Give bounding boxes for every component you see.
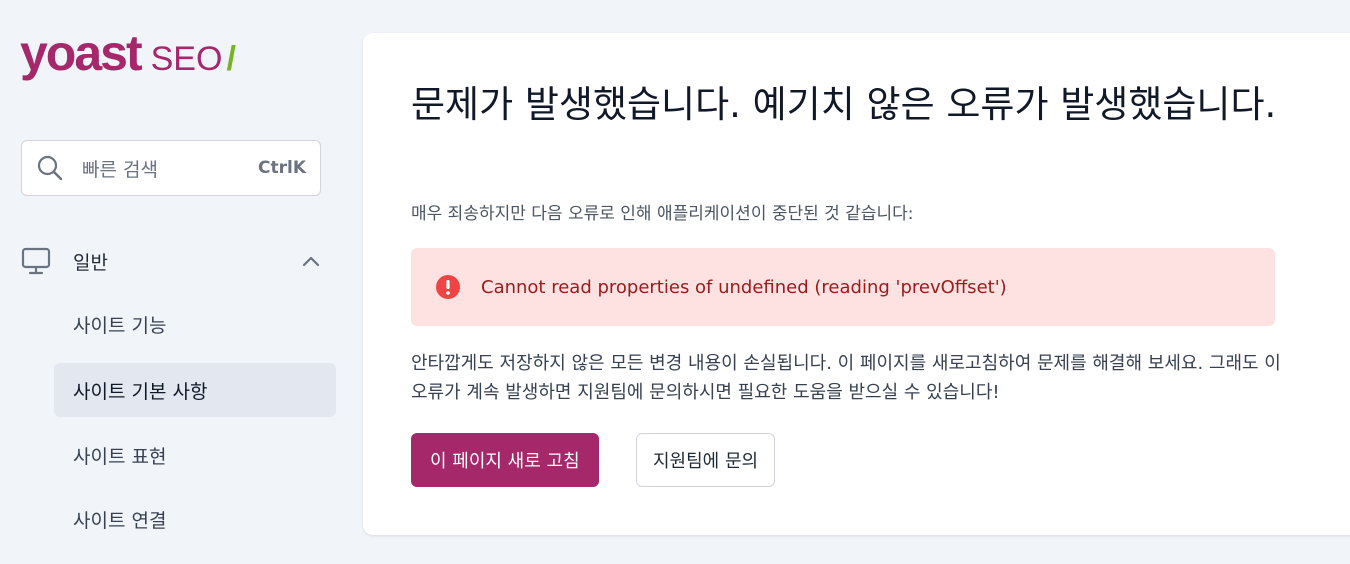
yoast-seo-logo[interactable]: yoast SEO / [20, 28, 236, 78]
error-explanation: 안타깝게도 저장하지 않은 모든 변경 내용이 손실됩니다. 이 페이지를 새로… [411, 353, 1281, 403]
sidebar: yoast SEO / 빠른 검색 CtrlK 일반 사이트 기능 사이트 기본… [0, 0, 345, 564]
search-icon [37, 155, 63, 181]
sidebar-item-site-connections[interactable]: 사이트 연결 [54, 492, 336, 546]
search-shortcut: CtrlK [258, 158, 306, 178]
desktop-icon [21, 247, 51, 275]
quick-search-button[interactable]: 빠른 검색 CtrlK [21, 140, 321, 196]
logo-product: SEO [150, 40, 223, 78]
exclamation-circle-icon [436, 275, 460, 299]
sidebar-item-site-features[interactable]: 사이트 기능 [54, 297, 336, 351]
logo-slash: / [226, 40, 236, 78]
sidebar-item-site-basics[interactable]: 사이트 기본 사항 [54, 363, 336, 417]
error-message: Cannot read properties of undefined (rea… [481, 276, 1007, 298]
logo-wordmark: yoast [20, 25, 143, 81]
error-card: 문제가 발생했습니다. 예기치 않은 오류가 발생했습니다. 매우 죄송하지만 … [363, 33, 1350, 535]
search-placeholder: 빠른 검색 [82, 158, 158, 181]
page-title: 문제가 발생했습니다. 예기치 않은 오류가 발생했습니다. [411, 83, 1277, 126]
error-alert: Cannot read properties of undefined (rea… [411, 248, 1275, 326]
reload-page-button[interactable]: 이 페이지 새로 고침 [411, 433, 599, 487]
nav-group-general[interactable]: 일반 [21, 243, 321, 279]
chevron-up-icon[interactable] [301, 251, 321, 271]
contact-support-button[interactable]: 지원팀에 문의 [636, 433, 776, 487]
nav-group-label: 일반 [73, 251, 108, 274]
sidebar-item-site-representation[interactable]: 사이트 표현 [54, 428, 336, 482]
error-subtitle: 매우 죄송하지만 다음 오류로 인해 애플리케이션이 중단된 것 같습니다: [411, 204, 914, 224]
